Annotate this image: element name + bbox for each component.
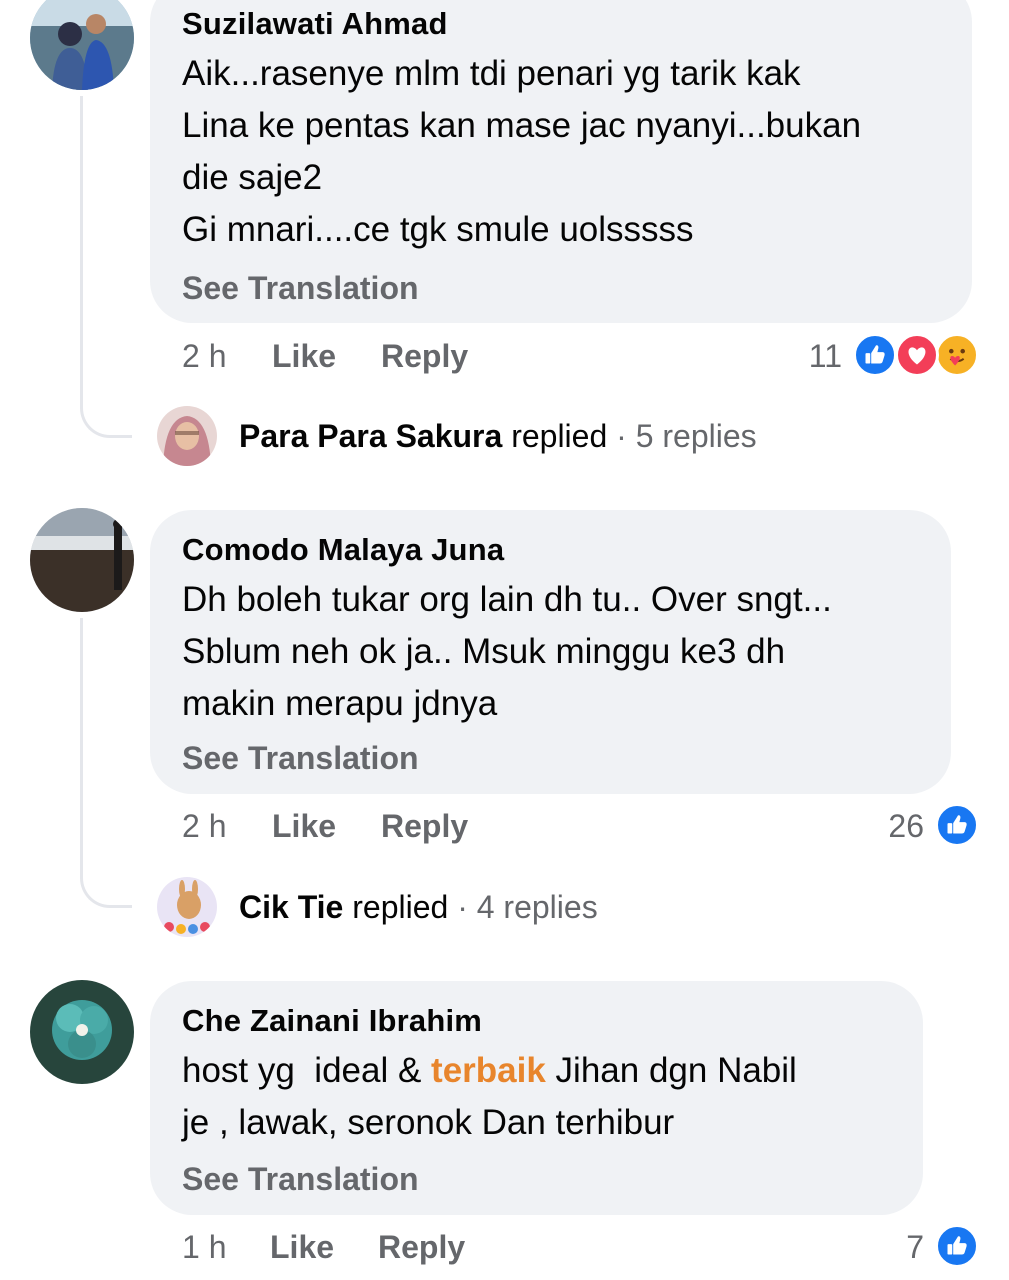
see-translation-link[interactable]: See Translation bbox=[182, 270, 419, 307]
replies-count[interactable]: · 5 replies bbox=[616, 418, 757, 454]
comment-bubble: Suzilawati Ahmad Aik...rasenye mlm tdi p… bbox=[150, 0, 972, 323]
comment-text-line: Aik...rasenye mlm tdi penari yg tarik ka… bbox=[182, 54, 801, 93]
like-button[interactable]: Like bbox=[272, 338, 336, 375]
reaction-count[interactable]: 11 bbox=[780, 338, 842, 375]
reaction-count[interactable]: 26 bbox=[860, 808, 924, 845]
comment-text-segment: host yg ideal & bbox=[182, 1051, 432, 1090]
reply-button[interactable]: Reply bbox=[381, 338, 468, 375]
comment-author[interactable]: Comodo Malaya Juna bbox=[182, 532, 504, 568]
like-icon[interactable] bbox=[935, 803, 979, 847]
comment-author[interactable]: Che Zainani Ibrahim bbox=[182, 1003, 482, 1039]
comment-text-line: die saje2 bbox=[182, 158, 323, 197]
comment-author[interactable]: Suzilawati Ahmad bbox=[182, 6, 448, 42]
like-icon[interactable] bbox=[853, 333, 897, 377]
replied-label: replied bbox=[511, 418, 608, 454]
comment-timestamp[interactable]: 2 h bbox=[182, 338, 226, 375]
comment-text-line: Sblum neh ok ja.. Msuk minggu ke3 dh bbox=[182, 632, 786, 671]
replier-name[interactable]: Para Para Sakura bbox=[239, 418, 502, 454]
see-translation-link[interactable]: See Translation bbox=[182, 740, 419, 777]
comment-text-line: Lina ke pentas kan mase jac nyanyi...buk… bbox=[182, 106, 862, 145]
replied-label: replied bbox=[352, 889, 449, 925]
avatar[interactable] bbox=[157, 406, 217, 466]
love-icon[interactable] bbox=[895, 333, 939, 377]
comment-bubble: Comodo Malaya Juna Dh boleh tukar org la… bbox=[150, 510, 951, 794]
replies-count[interactable]: · 4 replies bbox=[457, 889, 598, 925]
avatar[interactable] bbox=[30, 0, 134, 90]
see-translation-link[interactable]: See Translation bbox=[182, 1161, 419, 1198]
comment-text-line: makin merapu jdnya bbox=[182, 684, 498, 723]
avatar[interactable] bbox=[157, 877, 217, 937]
comment-timestamp[interactable]: 1 h bbox=[182, 1229, 226, 1266]
avatar[interactable] bbox=[30, 508, 134, 612]
comment-bubble: Che Zainani Ibrahim host yg ideal & terb… bbox=[150, 981, 923, 1215]
replier-name[interactable]: Cik Tie bbox=[239, 889, 343, 925]
comment-text-line: Dh boleh tukar org lain dh tu.. Over sng… bbox=[182, 580, 832, 619]
like-icon[interactable] bbox=[935, 1224, 979, 1268]
reaction-count[interactable]: 7 bbox=[880, 1229, 924, 1266]
thread-connector bbox=[80, 618, 132, 908]
replies-summary[interactable]: Para Para Sakura replied · 5 replies bbox=[239, 418, 757, 455]
comment-text-line: je , lawak, seronok Dan terhibur bbox=[182, 1103, 675, 1142]
avatar[interactable] bbox=[30, 980, 134, 1084]
comment-timestamp[interactable]: 2 h bbox=[182, 808, 226, 845]
comment-text-segment: Jihan dgn Nabil bbox=[545, 1051, 797, 1090]
comment-text-line: host yg ideal & terbaik Jihan dgn Nabil bbox=[182, 1051, 797, 1091]
replies-summary[interactable]: Cik Tie replied · 4 replies bbox=[239, 889, 598, 926]
reply-button[interactable]: Reply bbox=[381, 808, 468, 845]
thread-connector bbox=[80, 96, 132, 438]
care-icon[interactable] bbox=[935, 333, 979, 377]
highlighted-word[interactable]: terbaik bbox=[431, 1051, 546, 1090]
comment-text-line: Gi mnari....ce tgk smule uolsssss bbox=[182, 210, 694, 249]
reply-button[interactable]: Reply bbox=[378, 1229, 465, 1266]
like-button[interactable]: Like bbox=[272, 808, 336, 845]
like-button[interactable]: Like bbox=[270, 1229, 334, 1266]
